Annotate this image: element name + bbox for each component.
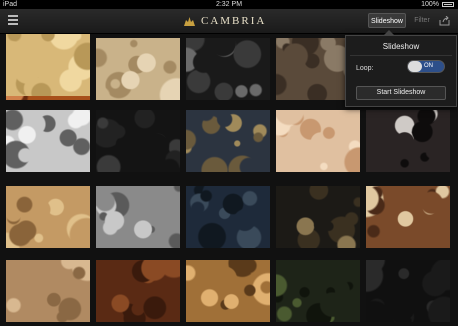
start-slideshow-button[interactable]: Start Slideshow: [356, 86, 446, 100]
stone-tile-sand-brown-quartz[interactable]: [6, 260, 90, 322]
stone-tile-black-quartz[interactable]: [96, 110, 180, 172]
stone-tile-blue-brown-granite[interactable]: [186, 110, 270, 172]
loop-toggle[interactable]: ON: [407, 60, 445, 73]
brand-logo: CAMBRIA: [183, 13, 266, 29]
stone-tile-peach-quartz[interactable]: [276, 110, 360, 172]
battery-percent: 100%: [421, 1, 439, 8]
stone-tile-beige-quartz[interactable]: [96, 38, 180, 100]
stone-tile-navy-quartz[interactable]: [186, 186, 270, 248]
stone-tile-rust-brown-quartz[interactable]: [96, 260, 180, 322]
slideshow-popover: Slideshow Loop: ON Start Slideshow: [345, 30, 457, 107]
stone-tile-brown-cream-granite[interactable]: [366, 186, 450, 248]
stone-tile-tan-quartz[interactable]: [6, 186, 90, 248]
hamburger-menu-icon[interactable]: [8, 15, 18, 25]
clock: 2:32 PM: [215, 1, 243, 8]
stone-tile-gray-speckled-quartz[interactable]: [96, 186, 180, 248]
loop-label: Loop:: [356, 65, 374, 72]
filter-button[interactable]: Filter: [410, 13, 434, 28]
share-icon[interactable]: [438, 13, 452, 28]
toggle-knob: [408, 61, 422, 72]
stone-tile-gold-brown-quartz[interactable]: [186, 260, 270, 322]
toggle-state: ON: [424, 63, 433, 69]
battery-icon: [442, 2, 454, 7]
stone-tile-black-gold-granite[interactable]: [276, 186, 360, 248]
slideshow-button[interactable]: Slideshow: [368, 13, 406, 28]
popover-title: Slideshow: [382, 42, 420, 51]
stone-tile-white-gray-marble[interactable]: [6, 110, 90, 172]
brand-name: CAMBRIA: [201, 15, 267, 27]
stone-tile-black-white-marble[interactable]: [366, 110, 450, 172]
divider: [350, 55, 452, 56]
status-bar: iPad 2:32 PM 100%: [0, 0, 458, 9]
stone-tile-yellow-beige-quartz[interactable]: [6, 34, 90, 96]
stone-tile-black-speckled-quartz[interactable]: [186, 38, 270, 100]
lion-crest-icon: [184, 16, 195, 26]
stone-tile-black-plain-quartz[interactable]: [366, 260, 450, 322]
stone-tile-dark-green-quartz[interactable]: [276, 260, 360, 322]
